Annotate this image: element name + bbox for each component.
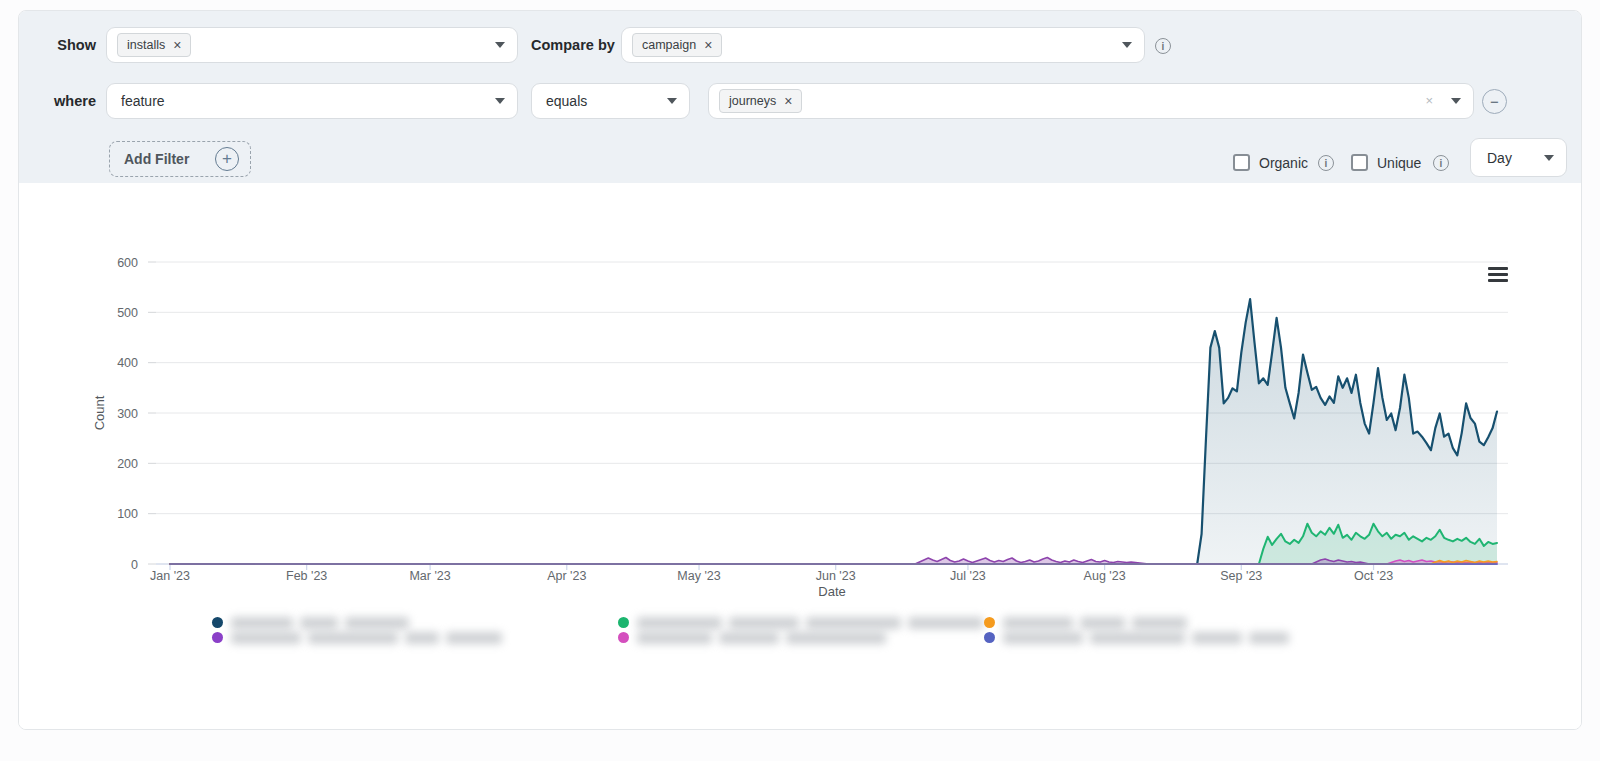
legend-label-redacted: [1080, 617, 1125, 629]
svg-text:Aug '23: Aug '23: [1084, 569, 1126, 583]
legend-label-redacted: [729, 617, 799, 629]
legend-dot[interactable]: [618, 632, 629, 643]
filter-field-select[interactable]: feature: [106, 83, 518, 119]
legend-label-redacted: [806, 617, 901, 629]
svg-text:Mar '23: Mar '23: [409, 569, 450, 583]
chip-remove-icon[interactable]: ×: [704, 39, 712, 51]
compare-by-label: Compare by: [531, 27, 609, 63]
svg-text:0: 0: [131, 558, 138, 572]
svg-text:Jul '23: Jul '23: [950, 569, 986, 583]
chevron-down-icon: [667, 98, 677, 104]
info-icon[interactable]: i: [1433, 155, 1449, 171]
granularity-value: Day: [1481, 150, 1512, 166]
legend-label-redacted: [1090, 632, 1185, 644]
legend-label-redacted: [1003, 632, 1083, 644]
svg-text:100: 100: [117, 507, 138, 521]
svg-text:Feb '23: Feb '23: [286, 569, 327, 583]
legend-label-redacted: [231, 632, 301, 644]
filter-operator-select[interactable]: equals: [531, 83, 690, 119]
filter-field-value: feature: [117, 93, 165, 109]
show-label: Show: [19, 27, 96, 63]
add-filter-label: Add Filter: [124, 151, 189, 167]
legend-label-redacted: [300, 617, 338, 629]
show-chip[interactable]: installs×: [117, 33, 191, 57]
unique-label: Unique: [1377, 155, 1421, 172]
legend-label-redacted: [405, 632, 439, 644]
legend-label-redacted: [345, 617, 409, 629]
timeseries-chart: 0 100 200 300 400 500 600 Jan '23 Feb '23 Mar '23…: [19, 183, 1581, 613]
legend-label-redacted: [637, 617, 722, 629]
legend-label-redacted: [908, 617, 983, 629]
filter-panel: Show installs× Compare by campaign× i wh…: [19, 11, 1581, 183]
chevron-down-icon: [495, 98, 505, 104]
chevron-down-icon: [1451, 98, 1461, 104]
legend-label-redacted: [1132, 617, 1187, 629]
filter-value-chip[interactable]: journeys×: [719, 89, 802, 113]
legend-dot[interactable]: [984, 632, 995, 643]
svg-text:Jun '23: Jun '23: [816, 569, 856, 583]
legend-dot[interactable]: [212, 632, 223, 643]
info-icon[interactable]: i: [1155, 38, 1171, 54]
svg-text:May '23: May '23: [677, 569, 720, 583]
svg-text:Oct '23: Oct '23: [1354, 569, 1393, 583]
chevron-down-icon: [495, 42, 505, 48]
filter-value-input[interactable]: journeys× ×: [708, 83, 1474, 119]
svg-text:Apr '23: Apr '23: [547, 569, 586, 583]
svg-text:400: 400: [117, 356, 138, 370]
chip-remove-icon[interactable]: ×: [784, 95, 792, 107]
svg-text:300: 300: [117, 407, 138, 421]
svg-text:Date: Date: [818, 584, 845, 599]
chevron-down-icon: [1544, 155, 1554, 161]
compare-chip[interactable]: campaign×: [632, 33, 722, 57]
legend-label-redacted: [786, 632, 886, 644]
chip-remove-icon[interactable]: ×: [173, 39, 181, 51]
svg-text:500: 500: [117, 306, 138, 320]
granularity-select[interactable]: Day: [1470, 138, 1567, 177]
legend-dot[interactable]: [618, 617, 629, 628]
info-icon[interactable]: i: [1318, 155, 1334, 171]
add-filter-button[interactable]: Add Filter +: [109, 141, 251, 177]
svg-text:Sep '23: Sep '23: [1220, 569, 1262, 583]
filter-operator-value: equals: [542, 93, 587, 109]
legend-label-redacted: [719, 632, 779, 644]
plus-icon: +: [215, 147, 239, 171]
where-label: where: [19, 83, 96, 119]
svg-text:Jan '23: Jan '23: [150, 569, 190, 583]
organic-checkbox[interactable]: [1233, 154, 1250, 171]
legend-label-redacted: [308, 632, 398, 644]
compare-by-select[interactable]: campaign×: [621, 27, 1145, 63]
unique-checkbox[interactable]: [1351, 154, 1368, 171]
legend-label-redacted: [1249, 632, 1289, 644]
organic-label: Organic: [1259, 155, 1308, 172]
chart-menu-button[interactable]: [1488, 267, 1508, 282]
svg-text:600: 600: [117, 256, 138, 270]
legend-label-redacted: [446, 632, 502, 644]
legend-label-redacted: [1003, 617, 1073, 629]
remove-filter-button[interactable]: −: [1482, 89, 1507, 114]
analytics-card: Show installs× Compare by campaign× i wh…: [18, 10, 1582, 730]
legend-dot[interactable]: [984, 617, 995, 628]
legend-label-redacted: [1192, 632, 1242, 644]
legend-label-redacted: [231, 617, 293, 629]
show-select[interactable]: installs×: [106, 27, 518, 63]
svg-text:200: 200: [117, 457, 138, 471]
legend-label-redacted: [637, 632, 712, 644]
svg-text:Count: Count: [92, 395, 107, 430]
chart-area: 0 100 200 300 400 500 600 Jan '23 Feb '23 Mar '23…: [19, 183, 1581, 730]
legend-dot[interactable]: [212, 617, 223, 628]
chevron-down-icon: [1122, 42, 1132, 48]
